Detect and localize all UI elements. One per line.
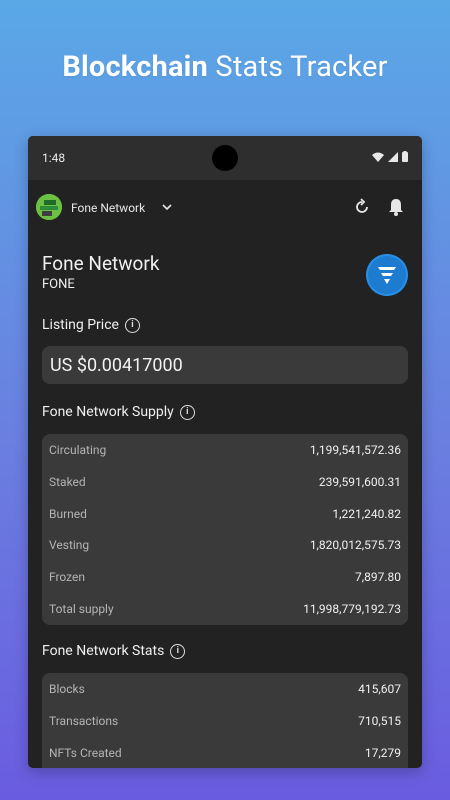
listing-price-box: US $0.00417000 bbox=[42, 346, 408, 384]
phone-screen: 1:48 Fone Network Fone Network FONE List… bbox=[28, 136, 422, 768]
row-value: 17,279 bbox=[364, 745, 401, 760]
supply-title-label: Fone Network Supply bbox=[42, 404, 174, 420]
coin-name: Fone Network bbox=[42, 252, 160, 275]
list-item: Circulating 1,199,541,572.36 bbox=[42, 434, 408, 466]
status-bar: 1:48 bbox=[28, 136, 422, 180]
list-item: Transactions 710,515 bbox=[42, 705, 408, 737]
listing-price-label: Listing Price bbox=[42, 317, 119, 333]
row-value: 11,998,779,192.73 bbox=[303, 601, 401, 616]
row-label: Blocks bbox=[49, 682, 85, 696]
info-icon[interactable]: i bbox=[179, 404, 195, 420]
stats-title-label: Fone Network Stats bbox=[42, 643, 165, 659]
row-label: Staked bbox=[49, 474, 86, 489]
row-label: Burned bbox=[49, 506, 87, 521]
row-value: 1,221,240.82 bbox=[332, 506, 401, 521]
refresh-icon[interactable] bbox=[353, 198, 371, 216]
info-icon[interactable]: i bbox=[124, 317, 140, 333]
network-avatar-icon[interactable] bbox=[36, 194, 62, 220]
signal-icon bbox=[388, 151, 398, 162]
list-item: Total supply 11,998,779,192.73 bbox=[42, 593, 408, 625]
info-icon[interactable]: i bbox=[170, 643, 186, 659]
list-item: Blocks 415,607 bbox=[42, 673, 408, 705]
row-label: Transactions bbox=[49, 713, 119, 728]
coin-ticker: FONE bbox=[42, 277, 75, 292]
row-value: 1,820,012,575.73 bbox=[309, 538, 401, 553]
battery-icon bbox=[402, 151, 408, 162]
stats-title: Fone Network Stats i bbox=[42, 643, 186, 659]
chevron-down-icon[interactable] bbox=[160, 200, 174, 214]
list-item: NFTs Created 17,279 bbox=[42, 737, 408, 768]
coin-logo-icon bbox=[366, 254, 408, 296]
row-label: Total supply bbox=[49, 601, 114, 616]
row-label: Vesting bbox=[49, 538, 90, 553]
row-value: 239,591,600.31 bbox=[318, 474, 401, 489]
status-icons bbox=[372, 151, 408, 162]
list-item: Burned 1,221,240.82 bbox=[42, 498, 408, 530]
row-label: NFTs Created bbox=[49, 745, 122, 760]
app-bar: Fone Network bbox=[28, 192, 422, 224]
wifi-icon bbox=[372, 152, 384, 162]
list-item: Staked 239,591,600.31 bbox=[42, 466, 408, 498]
supply-card: Circulating 1,199,541,572.36 Staked 239,… bbox=[42, 434, 408, 625]
row-value: 415,607 bbox=[358, 682, 401, 696]
network-selector[interactable]: Fone Network bbox=[71, 201, 145, 215]
status-time: 1:48 bbox=[42, 151, 66, 165]
listing-price-value: US $0.00417000 bbox=[50, 355, 183, 376]
row-label: Circulating bbox=[49, 443, 107, 457]
list-item: Frozen 7,897.80 bbox=[42, 561, 408, 593]
list-item: Vesting 1,820,012,575.73 bbox=[42, 529, 408, 561]
row-value: 710,515 bbox=[358, 713, 401, 728]
stats-card: Blocks 415,607 Transactions 710,515 NFTs… bbox=[42, 673, 408, 768]
supply-title: Fone Network Supply i bbox=[42, 404, 195, 420]
listing-price-title: Listing Price i bbox=[42, 317, 140, 333]
promo-title: Blockchain Stats Tracker bbox=[0, 50, 450, 84]
bell-icon[interactable] bbox=[388, 198, 404, 216]
promo-title-rest: Stats Tracker bbox=[215, 50, 388, 84]
promo-title-bold: Blockchain bbox=[62, 50, 208, 84]
row-label: Frozen bbox=[49, 570, 86, 585]
front-camera bbox=[212, 145, 238, 171]
row-value: 1,199,541,572.36 bbox=[309, 443, 401, 457]
row-value: 7,897.80 bbox=[355, 570, 401, 585]
